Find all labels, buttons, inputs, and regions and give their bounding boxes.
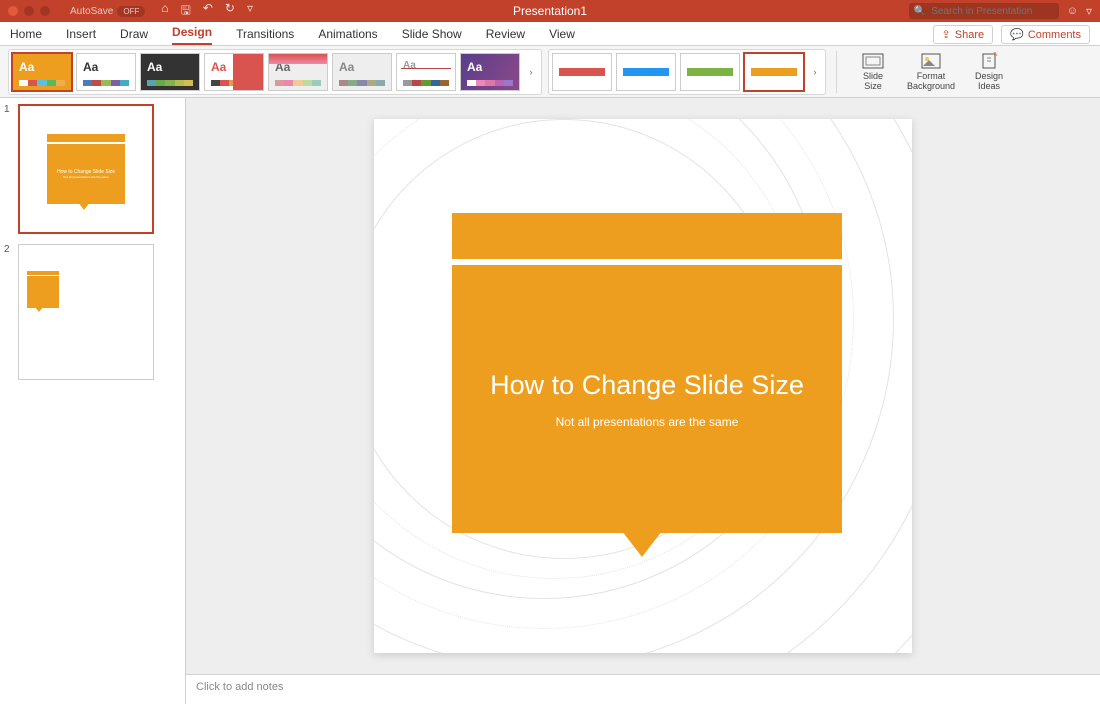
ribbon-tabs: Home Insert Draw Design Transitions Anim…	[0, 22, 1100, 46]
theme-option-3[interactable]: Aa	[140, 53, 200, 91]
zoom-window-icon[interactable]	[40, 6, 50, 16]
format-background-icon	[920, 52, 942, 70]
qat-dropdown-icon[interactable]: ▿	[247, 1, 253, 22]
format-background-button[interactable]: Format Background	[905, 52, 957, 92]
autosave-label: AutoSave	[70, 6, 113, 17]
notes-pane[interactable]: Click to add notes	[186, 674, 1100, 704]
titlebar: AutoSave OFF ⌂ 🖫 ↶ ↻ ▿ Presentation1 🔍 ☺…	[0, 0, 1100, 22]
autosave-state: OFF	[117, 6, 145, 17]
notes-placeholder: Click to add notes	[196, 681, 283, 693]
slide-canvas[interactable]: How to Change Slide Size Not all present…	[374, 119, 912, 653]
theme-option-8[interactable]: Aa	[460, 53, 520, 91]
theme-option-6[interactable]: Aa	[332, 53, 392, 91]
comments-button[interactable]: 💬 Comments	[1001, 25, 1090, 44]
account-dropdown-icon[interactable]: ▿	[1086, 4, 1092, 18]
design-ideas-icon	[978, 52, 1000, 70]
variant-red[interactable]	[552, 53, 612, 91]
tab-review[interactable]: Review	[486, 27, 525, 45]
undo-icon[interactable]: ↶	[203, 1, 213, 22]
tab-view[interactable]: View	[549, 27, 575, 45]
search-box[interactable]: 🔍	[909, 3, 1059, 19]
slide-number-2: 2	[4, 244, 14, 380]
minimize-window-icon[interactable]	[24, 6, 34, 16]
share-button[interactable]: ⇪ Share	[933, 25, 994, 44]
variants-more-button[interactable]: ›	[808, 67, 822, 77]
theme-option-1[interactable]: Aa	[12, 53, 72, 91]
tab-slideshow[interactable]: Slide Show	[402, 27, 462, 45]
theme-option-5[interactable]: Aa	[268, 53, 328, 91]
variant-orange[interactable]	[744, 53, 804, 91]
themes-gallery: Aa Aa Aa Aa Aa Aa Aa	[8, 49, 542, 95]
slide-canvas-wrap[interactable]: How to Change Slide Size Not all present…	[186, 98, 1100, 674]
theme-option-4[interactable]: Aa	[204, 53, 264, 91]
close-window-icon[interactable]	[8, 6, 18, 16]
theme-option-2[interactable]: Aa	[76, 53, 136, 91]
variants-gallery: ›	[548, 49, 826, 95]
theme-option-7[interactable]: Aa	[396, 53, 456, 91]
slide-title[interactable]: How to Change Slide Size	[490, 370, 804, 401]
ribbon-separator	[836, 51, 837, 93]
slide-size-icon	[862, 52, 884, 70]
bubble-cap-decor	[452, 213, 842, 265]
tab-design[interactable]: Design	[172, 25, 212, 45]
feedback-smiley-icon[interactable]: ☺	[1067, 5, 1078, 17]
design-ribbon: Aa Aa Aa Aa Aa Aa Aa	[0, 46, 1100, 98]
tab-transitions[interactable]: Transitions	[236, 27, 294, 45]
tab-home[interactable]: Home	[10, 27, 42, 45]
share-icon: ⇪	[942, 28, 951, 41]
document-title: Presentation1	[513, 4, 587, 18]
mini-slide-preview-2	[27, 271, 59, 308]
tab-insert[interactable]: Insert	[66, 27, 96, 45]
tab-animations[interactable]: Animations	[318, 27, 377, 45]
variant-green[interactable]	[680, 53, 740, 91]
themes-more-button[interactable]: ›	[524, 67, 538, 77]
mini-slide-preview: How to Change Slide Size Not all present…	[47, 134, 125, 204]
tab-draw[interactable]: Draw	[120, 27, 148, 45]
home-icon[interactable]: ⌂	[161, 1, 168, 22]
slide-thumbnail-1[interactable]: How to Change Slide Size Not all present…	[18, 104, 154, 234]
bubble-tail-decor	[622, 531, 662, 557]
slide-edit-area: How to Change Slide Size Not all present…	[186, 98, 1100, 704]
autosave-toggle[interactable]: AutoSave OFF	[70, 6, 145, 17]
quick-access-toolbar: ⌂ 🖫 ↶ ↻ ▿	[161, 1, 253, 22]
search-input[interactable]	[931, 6, 1054, 17]
redo-icon[interactable]: ↻	[225, 1, 235, 22]
search-icon: 🔍	[914, 6, 926, 17]
variant-blue[interactable]	[616, 53, 676, 91]
slide-size-button[interactable]: Slide Size	[847, 52, 899, 92]
comment-icon: 💬	[1010, 28, 1024, 41]
workspace: 1 How to Change Slide Size Not all prese…	[0, 98, 1100, 704]
window-controls[interactable]	[8, 6, 50, 16]
slide-subtitle[interactable]: Not all presentations are the same	[556, 415, 739, 429]
design-ideas-button[interactable]: Design Ideas	[963, 52, 1015, 92]
save-icon[interactable]: 🖫	[181, 1, 191, 22]
title-placeholder[interactable]: How to Change Slide Size Not all present…	[452, 213, 842, 533]
slide-thumbnail-pane: 1 How to Change Slide Size Not all prese…	[0, 98, 186, 704]
slide-number-1: 1	[4, 104, 14, 234]
slide-thumbnail-2[interactable]	[18, 244, 154, 380]
